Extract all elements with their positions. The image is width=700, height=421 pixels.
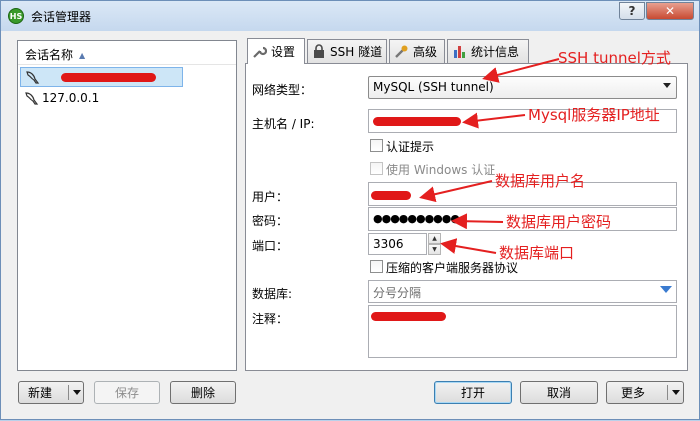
title-bar: HS 会话管理器 ? ✕ bbox=[1, 1, 699, 31]
session-name-header-label: 会话名称 bbox=[25, 48, 74, 62]
annotation-ssh-tunnel: SSH tunnel方式 bbox=[558, 49, 671, 67]
window-title: 会话管理器 bbox=[31, 10, 92, 24]
redacted-comment bbox=[371, 312, 446, 321]
network-type-select[interactable]: MySQL (SSH tunnel) bbox=[368, 76, 677, 99]
network-type-label: 网络类型： bbox=[252, 83, 313, 97]
database-label: 数据库: bbox=[252, 287, 293, 301]
user-label: 用户： bbox=[252, 190, 289, 204]
split-separator bbox=[667, 385, 668, 400]
cancel-button[interactable]: 取消 bbox=[520, 381, 598, 404]
tab-advanced-label: 高级 bbox=[413, 45, 438, 59]
comment-textarea[interactable] bbox=[368, 305, 677, 358]
close-button[interactable]: ✕ bbox=[646, 2, 694, 20]
auth-prompt-label: 认证提示 bbox=[386, 140, 435, 154]
save-button[interactable]: 保存 bbox=[94, 381, 160, 404]
tools-icon bbox=[395, 45, 408, 58]
port-decrement-button[interactable]: ▼ bbox=[428, 244, 441, 255]
password-label: 密码： bbox=[252, 214, 289, 228]
port-label: 端口： bbox=[252, 239, 289, 253]
tab-statistics[interactable]: 统计信息 bbox=[447, 39, 529, 63]
session-manager-window: HS 会话管理器 ? ✕ 会话名称 ▲ 127.0.0.1 设置 SSH 隧道 高… bbox=[0, 0, 700, 420]
tab-settings-label: 设置 bbox=[271, 45, 296, 59]
session-item-selected[interactable] bbox=[20, 67, 183, 87]
annotation-mysql-ip: Mysql服务器IP地址 bbox=[528, 106, 660, 124]
lock-icon bbox=[314, 44, 324, 58]
chevron-down-icon[interactable] bbox=[73, 390, 81, 395]
heidisql-app-icon: HS bbox=[8, 8, 24, 24]
delete-button[interactable]: 删除 bbox=[170, 381, 236, 404]
redacted-host bbox=[373, 117, 461, 126]
tab-ssh-tunnel-label: SSH 隧道 bbox=[330, 45, 383, 59]
annotation-db-user: 数据库用户名 bbox=[495, 172, 586, 190]
auth-prompt-checkbox[interactable] bbox=[370, 139, 383, 152]
compress-protocol-checkbox[interactable] bbox=[370, 260, 383, 273]
port-increment-button[interactable]: ▲ bbox=[428, 233, 441, 244]
network-type-value: MySQL (SSH tunnel) bbox=[373, 80, 494, 94]
session-item-label: 127.0.0.1 bbox=[42, 91, 100, 105]
wrench-icon bbox=[253, 46, 267, 58]
windows-auth-label: 使用 Windows 认证 bbox=[386, 163, 496, 177]
split-separator bbox=[68, 385, 69, 400]
session-item-localhost[interactable]: 127.0.0.1 bbox=[20, 89, 183, 109]
dropdown-arrow-icon[interactable] bbox=[660, 286, 672, 293]
tab-settings[interactable]: 设置 bbox=[247, 38, 305, 64]
tab-statistics-label: 统计信息 bbox=[471, 45, 520, 59]
comment-label: 注释： bbox=[252, 312, 289, 326]
windows-auth-checkbox[interactable] bbox=[370, 162, 383, 175]
sort-ascending-icon: ▲ bbox=[79, 51, 86, 60]
more-button[interactable]: 更多 bbox=[606, 381, 684, 404]
chevron-down-icon bbox=[663, 83, 671, 88]
tab-advanced[interactable]: 高级 bbox=[389, 39, 445, 63]
database-placeholder: 分号分隔 bbox=[373, 286, 422, 300]
annotation-db-password: 数据库用户密码 bbox=[506, 213, 612, 231]
bar-chart-icon bbox=[454, 46, 465, 58]
dolphin-icon bbox=[25, 92, 39, 105]
dolphin-icon bbox=[26, 71, 40, 84]
redacted-user bbox=[371, 191, 411, 200]
more-button-label: 更多 bbox=[621, 386, 646, 400]
tab-ssh-tunnel[interactable]: SSH 隧道 bbox=[307, 39, 387, 63]
chevron-down-icon[interactable] bbox=[672, 390, 680, 395]
open-button[interactable]: 打开 bbox=[434, 381, 512, 404]
session-name-column-header[interactable]: 会话名称 ▲ bbox=[18, 41, 236, 65]
new-button[interactable]: 新建 bbox=[18, 381, 84, 404]
annotation-db-port: 数据库端口 bbox=[499, 244, 575, 262]
host-label: 主机名 / IP: bbox=[252, 117, 315, 131]
port-input[interactable]: 3306 bbox=[368, 233, 427, 255]
help-button[interactable]: ? bbox=[619, 2, 645, 20]
session-list[interactable]: 会话名称 ▲ 127.0.0.1 bbox=[17, 40, 237, 371]
new-button-label: 新建 bbox=[28, 386, 53, 400]
database-input[interactable]: 分号分隔 bbox=[368, 280, 677, 303]
redacted-session-name bbox=[61, 73, 156, 82]
